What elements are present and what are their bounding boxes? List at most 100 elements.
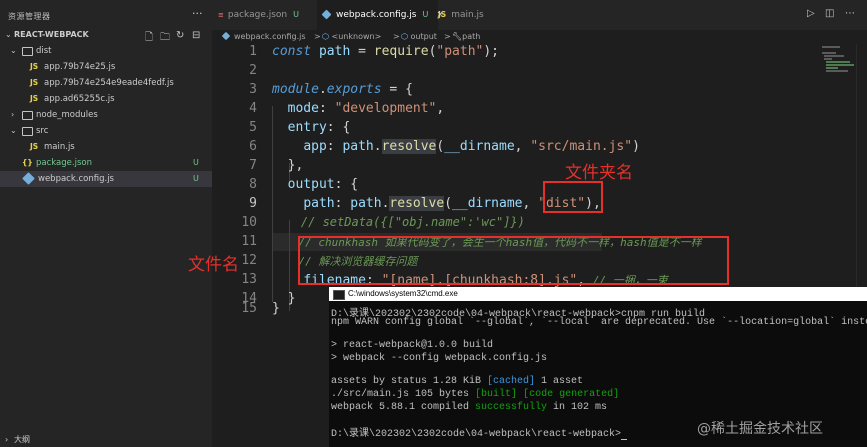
minimap-line xyxy=(822,52,836,54)
explorer-title: 资源管理器 xyxy=(8,12,51,21)
line-number: 9 xyxy=(249,196,257,211)
breadcrumb-separator: > xyxy=(393,32,400,41)
folder-icon xyxy=(22,127,33,136)
line-number: 6 xyxy=(249,139,257,154)
minimap[interactable] xyxy=(820,44,855,104)
code-token: : xyxy=(326,139,343,154)
breadcrumb-file-label: webpack.config.js xyxy=(234,32,306,41)
cmd-text: ./src/main.js 105 bytes xyxy=(331,389,476,400)
line-number: 5 xyxy=(249,120,257,135)
cmd-line: assets by status 1.28 KiB [cached] 1 ass… xyxy=(331,376,583,387)
git-status-badge: U xyxy=(193,174,199,183)
tree-item-src[interactable]: ⌄ src xyxy=(0,123,212,139)
outline-label: 大纲 xyxy=(14,435,30,444)
code-token: "src/main.js" xyxy=(530,139,633,154)
project-name: REACT-WEBPACK xyxy=(14,30,89,39)
tab-bar: ≡ package.json U webpack.config.js U × JS mai… xyxy=(212,0,867,30)
line-number: 1 xyxy=(249,44,257,59)
watermark: @稀土掘金技术社区 xyxy=(697,421,823,437)
chevron-down-icon: ⌄ xyxy=(10,126,17,135)
tree-item-dist[interactable]: ⌄ dist xyxy=(0,43,212,59)
breadcrumb-path[interactable]: 🔧︎path xyxy=(452,30,480,44)
code-token: , xyxy=(514,139,531,154)
annotation-label-folder: 文件夹名 xyxy=(565,163,633,183)
code-token: app xyxy=(303,139,327,154)
code-token: . xyxy=(373,139,382,154)
minimap-line xyxy=(826,64,854,66)
chevron-right-icon: › xyxy=(5,435,9,444)
webpack-file-icon xyxy=(22,172,35,185)
tree-item-file[interactable]: JS app.79b74e254e9eade4fedf.js xyxy=(0,75,212,91)
cmd-title-bar[interactable]: C:\windows\system32\cmd.exe xyxy=(329,287,867,301)
line-number: 8 xyxy=(249,177,257,192)
tab-webpack-config[interactable]: webpack.config.js U × xyxy=(317,0,444,30)
tree-item-node-modules[interactable]: › node_modules xyxy=(0,107,212,123)
code-line: output: { xyxy=(272,177,358,192)
tree-item-label: dist xyxy=(36,46,52,56)
code-token: __dirname xyxy=(452,196,523,211)
minimap-line xyxy=(822,46,840,48)
breadcrumb-path-label: path xyxy=(462,32,481,41)
git-status-badge: U xyxy=(422,10,429,19)
tree-item-file[interactable]: JS main.js xyxy=(0,139,212,155)
tree-item-file[interactable]: {} package.json U xyxy=(0,155,212,171)
run-icon[interactable]: ▷ xyxy=(807,8,815,19)
tree-item-label: src xyxy=(36,126,49,136)
tab-main-js[interactable]: JS main.js xyxy=(438,0,508,30)
tab-package-json[interactable]: ≡ package.json U xyxy=(212,0,323,30)
cmd-text: assets by status 1.28 KiB xyxy=(331,376,488,387)
line-number: 3 xyxy=(249,82,257,97)
cmd-icon xyxy=(333,290,345,300)
more-actions-icon[interactable]: ··· xyxy=(192,7,203,20)
outline-section[interactable]: › 大纲 xyxy=(0,432,212,447)
split-editor-icon[interactable]: ◫ xyxy=(825,8,834,19)
tab-label: package.json xyxy=(227,10,288,20)
cmd-text: 1 asset xyxy=(535,376,584,387)
line-number: 11 xyxy=(241,234,257,249)
code-line: module.exports = { xyxy=(272,82,413,97)
js-file-icon: JS xyxy=(438,10,447,19)
tree-item-file[interactable]: webpack.config.js U xyxy=(0,171,212,187)
code-token: : xyxy=(318,101,335,116)
cmd-line: D:\录课\202302\2302code\04-webpack\react-w… xyxy=(331,424,628,440)
annotation-box-folder xyxy=(543,181,603,213)
more-actions-icon[interactable]: ⋯ xyxy=(845,8,855,19)
code-token: path xyxy=(318,44,351,59)
js-file-icon: JS xyxy=(30,142,39,151)
webpack-file-icon xyxy=(221,31,231,41)
tab-label: webpack.config.js xyxy=(336,10,417,20)
code-token: module xyxy=(272,82,319,97)
json-file-icon: {} xyxy=(22,158,33,167)
code-line: // setData({["obj.name":'wc"]}) xyxy=(272,215,525,229)
tree-item-file[interactable]: JS app.79b74e25.js xyxy=(0,59,212,75)
minimap-line xyxy=(824,58,832,60)
code-token: ); xyxy=(483,44,500,59)
breadcrumb-file[interactable]: webpack.config.js xyxy=(221,30,306,44)
collapse-all-icon[interactable]: ⊟ xyxy=(192,30,200,41)
breadcrumb: webpack.config.js > ⬡ <unknown> > ⬡ outp… xyxy=(212,30,867,44)
breadcrumb-output[interactable]: ⬡ output xyxy=(401,30,437,44)
tree-item-label: main.js xyxy=(44,142,75,152)
code-token: "development" xyxy=(334,101,437,116)
chevron-down-icon: ⌄ xyxy=(5,30,12,39)
code-line: app: path.resolve(__dirname, "src/main.j… xyxy=(272,139,640,154)
breadcrumb-scope[interactable]: ⬡ <unknown> xyxy=(322,30,381,44)
refresh-icon[interactable]: ↻ xyxy=(176,30,184,41)
chevron-down-icon: ⌄ xyxy=(10,46,17,55)
code-token: resolve xyxy=(381,139,437,154)
symbol-icon: ⬡ xyxy=(401,32,411,41)
code-token: const xyxy=(272,44,312,59)
code-token: . xyxy=(318,82,327,97)
breadcrumb-scope-label: <unknown> xyxy=(331,32,382,41)
code-line: } xyxy=(272,301,280,316)
cmd-title: C:\windows\system32\cmd.exe xyxy=(348,289,458,298)
code-token: mode xyxy=(287,101,319,116)
git-status-badge: U xyxy=(193,158,199,167)
cmd-text: in 102 ms xyxy=(547,402,608,413)
minimap-line xyxy=(826,67,838,69)
code-token: } xyxy=(272,301,280,316)
annotation-label-file: 文件名 xyxy=(188,255,239,275)
tree-item-file[interactable]: JS app.ad65255c.js xyxy=(0,91,212,107)
tree-item-label: node_modules xyxy=(36,110,98,120)
breadcrumb-separator: > xyxy=(444,32,451,41)
